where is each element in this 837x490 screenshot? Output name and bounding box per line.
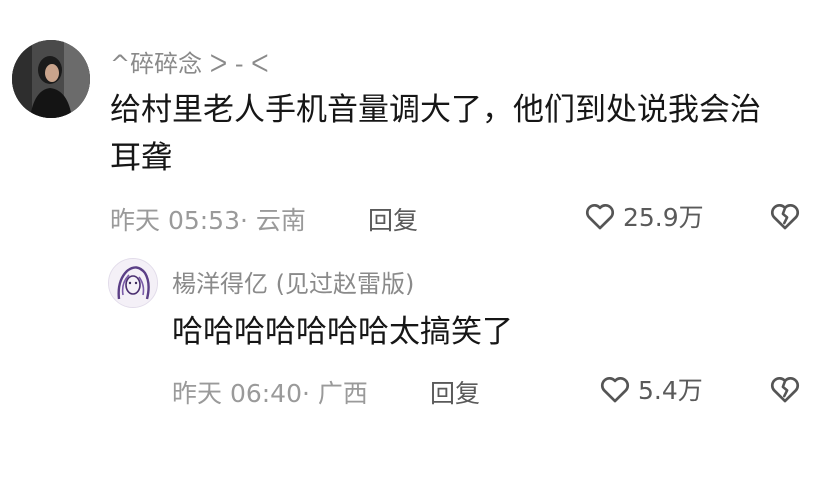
comment-text: 给村里老人手机音量调大了，他们到处说我会治耳聋 (110, 92, 761, 177)
heart-outline-icon (600, 377, 630, 403)
username[interactable]: ^碎碎念 ᐳ - ᐸ (110, 44, 269, 79)
username[interactable]: 楊洋得亿 (见过赵雷版) (172, 264, 414, 299)
broken-heart-icon (770, 204, 800, 230)
dislike-button[interactable] (767, 199, 803, 233)
user-avatar-photo (12, 40, 90, 118)
dislike-button[interactable] (767, 372, 803, 406)
avatar[interactable] (108, 258, 158, 308)
like-button[interactable]: 25.9万 (583, 198, 704, 234)
comment-item: ^碎碎念 ᐳ - ᐸ 给村里老人手机音量调大了，他们到处说我会治耳聋 昨天 05… (0, 0, 837, 250)
comment-meta: 昨天 06:40· 广西 (172, 374, 368, 410)
like-button[interactable]: 5.4万 (598, 371, 703, 407)
comment-meta: 昨天 05:53· 云南 (110, 201, 306, 237)
broken-heart-icon (770, 377, 800, 403)
timestamp: 昨天 05:53 (110, 206, 240, 235)
reply-item: 楊洋得亿 (见过赵雷版) 哈哈哈哈哈哈哈太搞笑了 昨天 06:40· 广西 回复… (0, 250, 837, 490)
avatar[interactable] (12, 40, 90, 118)
like-count: 5.4万 (638, 376, 703, 405)
like-count: 25.9万 (623, 203, 704, 232)
user-avatar-sketch (109, 259, 157, 307)
timestamp: 昨天 06:40 (172, 379, 302, 408)
reply-button[interactable]: 回复 (368, 201, 418, 237)
location: · 云南 (240, 206, 306, 235)
location: · 广西 (302, 379, 368, 408)
comment-text: 哈哈哈哈哈哈哈太搞笑了 (172, 314, 513, 350)
heart-outline-icon (585, 204, 615, 230)
reply-button[interactable]: 回复 (430, 374, 480, 410)
